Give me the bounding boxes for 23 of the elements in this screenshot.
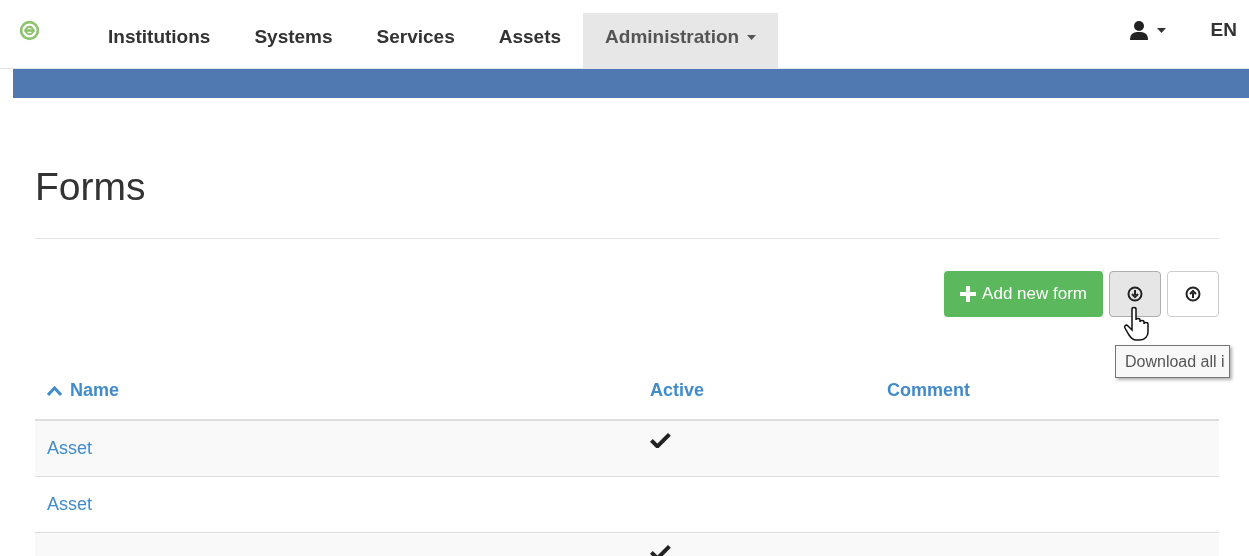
download-icon — [1127, 286, 1143, 302]
plus-icon — [960, 286, 977, 302]
caret-icon — [1156, 27, 1166, 33]
nav-tab[interactable]: Services — [354, 13, 477, 69]
hand-cursor-icon — [1124, 306, 1152, 342]
user-menu[interactable] — [1128, 20, 1166, 40]
column-header[interactable]: Comment — [887, 377, 970, 404]
tooltip: Download all i — [1115, 345, 1230, 378]
form-link[interactable]: Asset — [47, 437, 93, 458]
nav-tab[interactable]: Institutions — [86, 13, 233, 69]
download-button[interactable] — [1109, 271, 1161, 317]
column-header[interactable]: Active — [650, 377, 705, 404]
upload-button[interactable] — [1167, 271, 1219, 317]
upload-icon — [1185, 286, 1201, 302]
page-title: Forms — [35, 164, 147, 210]
nav-tab[interactable]: Assets — [476, 13, 584, 69]
user-icon — [1128, 20, 1149, 40]
sort-up-icon — [47, 385, 62, 396]
language-selector[interactable]: EN — [1210, 15, 1237, 45]
column-header[interactable]: Name — [47, 377, 120, 404]
nav-tab[interactable]: Administration — [583, 13, 779, 69]
nav-tab[interactable]: Systems — [232, 13, 355, 69]
form-link[interactable]: Asset — [47, 493, 93, 514]
